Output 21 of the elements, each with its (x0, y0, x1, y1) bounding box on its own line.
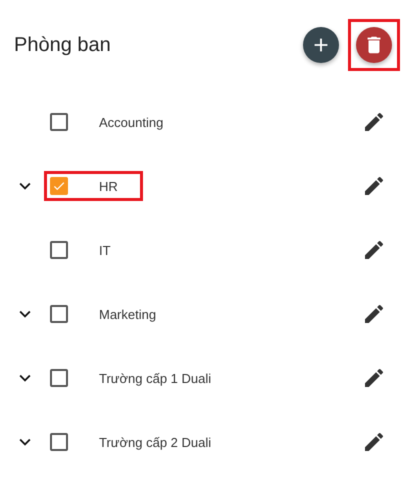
pencil-icon[interactable] (362, 110, 386, 134)
checkbox[interactable] (50, 241, 68, 259)
pencil-icon[interactable] (362, 430, 386, 454)
checkbox[interactable] (50, 177, 68, 195)
delete-button[interactable] (356, 27, 392, 63)
pencil-icon[interactable] (362, 238, 386, 262)
department-name: Marketing (99, 306, 156, 322)
department-name: Trường cấp 1 Duali (99, 370, 212, 386)
checkbox[interactable] (50, 305, 68, 323)
department-name: HR (99, 178, 118, 194)
checkbox[interactable] (50, 433, 68, 451)
department-name: Trường cấp 2 Duali (99, 434, 212, 450)
department-name: IT (99, 242, 111, 258)
pencil-icon[interactable] (362, 366, 386, 390)
department-name: Accounting (99, 114, 164, 130)
add-button[interactable] (303, 27, 339, 63)
pencil-icon[interactable] (362, 174, 386, 198)
page-title: Phòng ban (14, 34, 111, 56)
checkbox[interactable] (50, 369, 68, 387)
pencil-icon[interactable] (362, 302, 386, 326)
checkbox[interactable] (50, 113, 68, 131)
